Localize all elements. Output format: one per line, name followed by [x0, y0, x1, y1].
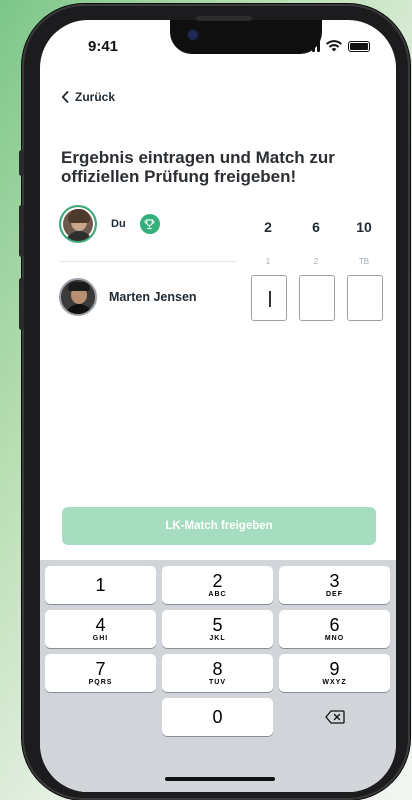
speaker-grille [196, 16, 252, 21]
battery-icon [348, 40, 370, 52]
key-number: 8 [212, 659, 223, 679]
set-1-input[interactable] [251, 275, 287, 321]
divider [59, 261, 237, 262]
screen: 9:41 Zurück Ergebnis eintragen und Match… [40, 20, 396, 792]
backspace-icon [324, 710, 345, 724]
key-1[interactable]: 1 [45, 566, 156, 604]
score-tiebreak: 10 [356, 219, 372, 235]
numeric-keypad: 1 2 ABC 3 DEF 4 GHI 5 JKL 6 MNO 7 PQRS 8 TUV 9W… [40, 560, 396, 792]
key-number: 7 [95, 659, 106, 679]
front-camera [188, 30, 198, 40]
key-letters: ABC [208, 591, 227, 598]
key-number: 5 [212, 615, 223, 635]
key-letters: WXYZ [322, 679, 347, 686]
key-empty [45, 698, 156, 736]
key-number: 0 [212, 707, 223, 727]
notch [170, 20, 322, 54]
key-9[interactable]: 9 WXYZ [279, 654, 390, 692]
back-button[interactable]: Zurück [61, 90, 115, 104]
backspace-key[interactable] [279, 698, 390, 736]
score-set-1: 2 [264, 219, 272, 235]
key-7[interactable]: 7 PQRS [45, 654, 156, 692]
avatar [59, 205, 97, 243]
player-name: Marten Jensen [109, 290, 197, 304]
page-title: Ergebnis eintragen und Match zur offizie… [61, 148, 335, 186]
player-row-opponent: Marten Jensen [59, 278, 197, 316]
key-letters: MNO [324, 635, 345, 642]
trophy-icon [139, 214, 160, 234]
key-number: 4 [95, 615, 106, 635]
key-0[interactable]: 0 [162, 698, 273, 736]
back-label: Zurück [75, 90, 116, 104]
player-row-self: Du [59, 205, 160, 243]
key-number: 3 [329, 571, 340, 591]
key-number: 1 [95, 575, 106, 595]
avatar [59, 278, 97, 316]
key-letters: PQRS [88, 679, 113, 686]
set-label-2: 2 [313, 257, 319, 266]
text-cursor [269, 291, 271, 307]
key-5[interactable]: 5 JKL [162, 610, 273, 648]
key-letters: TUV [209, 679, 226, 686]
player-name: Du [111, 218, 126, 230]
key-letters: DEF [326, 591, 343, 598]
key-letters: GHI [92, 635, 109, 642]
wifi-icon [326, 40, 342, 52]
key-letters: JKL [209, 635, 226, 642]
back-chevron-icon [61, 91, 69, 103]
set-label-tiebreak: TB [358, 257, 370, 266]
key-8[interactable]: 8 TUV [162, 654, 273, 692]
key-3[interactable]: 3 DEF [279, 566, 390, 604]
key-2[interactable]: 2 ABC [162, 566, 273, 604]
release-match-button[interactable]: LK-Match freigeben [62, 507, 376, 545]
key-4[interactable]: 4 GHI [45, 610, 156, 648]
score-set-2: 6 [312, 219, 320, 235]
key-number: 9 [329, 659, 340, 679]
key-number: 2 [212, 571, 223, 591]
home-indicator [165, 777, 275, 781]
set-label-1: 1 [265, 257, 271, 266]
tiebreak-input[interactable] [347, 275, 383, 321]
status-time: 9:41 [88, 38, 119, 55]
key-number: 6 [329, 615, 340, 635]
key-6[interactable]: 6 MNO [279, 610, 390, 648]
set-2-input[interactable] [299, 275, 335, 321]
